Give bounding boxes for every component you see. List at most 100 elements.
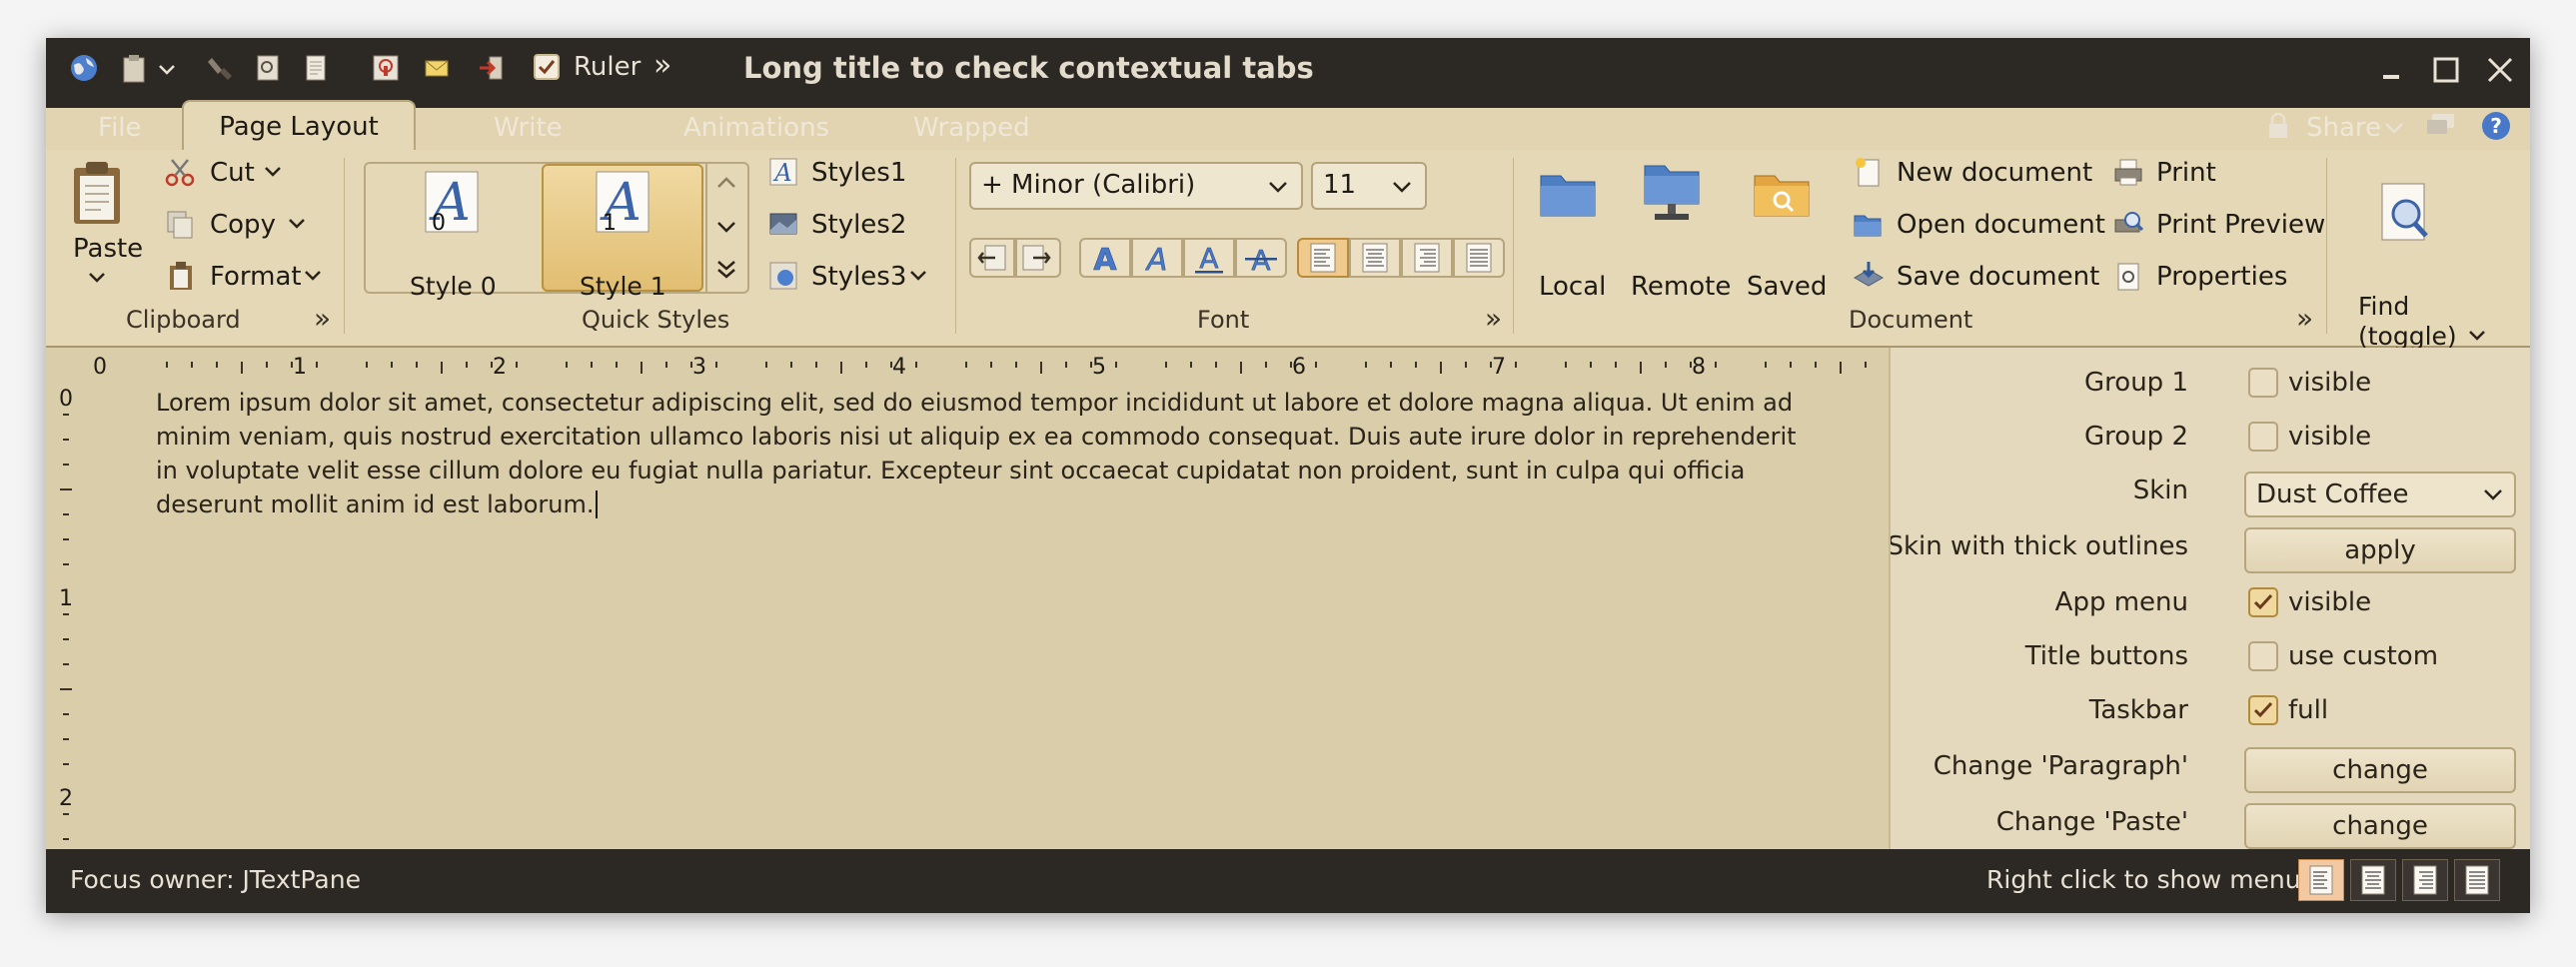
styles1-icon[interactable]: A (767, 156, 799, 188)
clipboard-icon[interactable] (118, 52, 150, 84)
tab-wrapped[interactable]: Wrapped (913, 104, 1030, 152)
styles3-icon[interactable] (767, 260, 799, 292)
brush-icon[interactable] (204, 52, 236, 84)
saved-folder-icon[interactable] (1751, 162, 1813, 224)
status-align-center-button[interactable] (2350, 859, 2396, 901)
mail-icon[interactable] (422, 52, 454, 84)
strikethrough-button[interactable]: A (1235, 238, 1287, 278)
bold-button[interactable]: A (1079, 238, 1131, 278)
save-document-label[interactable]: Save document (1897, 262, 2099, 292)
gallery-up-icon[interactable] (715, 176, 737, 190)
local-label[interactable]: Local (1539, 272, 1606, 302)
share-chevron-icon[interactable] (2384, 122, 2404, 136)
find-toggle-label[interactable]: (toggle) (2358, 322, 2457, 351)
ruler-checkbox[interactable] (534, 54, 560, 80)
maximize-icon[interactable] (2430, 54, 2462, 86)
document-area[interactable]: 0 1 2 3 4 5 6 7 8 0 1 2 Lorem ipsum dolor sit amet… (46, 348, 1889, 849)
style0-icon[interactable]: A 0 (420, 170, 484, 234)
scissors-icon[interactable] (164, 156, 196, 188)
print-icon[interactable] (2112, 156, 2144, 188)
align-center-button[interactable] (1349, 238, 1401, 278)
format-chevron-icon[interactable] (304, 270, 322, 282)
status-align-left-button[interactable] (2298, 859, 2344, 901)
paste-icon[interactable] (68, 158, 128, 228)
underline-button[interactable]: A (1183, 238, 1235, 278)
saved-label[interactable]: Saved (1747, 272, 1827, 302)
font-family-select[interactable]: + Minor (Calibri) (969, 162, 1303, 210)
font-family-chevron-icon[interactable] (1267, 180, 1289, 194)
tab-animations[interactable]: Animations (683, 104, 829, 152)
align-justify-button[interactable] (1453, 238, 1505, 278)
taskbar-checkbox[interactable] (2248, 695, 2278, 725)
chat-icon[interactable] (2424, 110, 2458, 142)
minimize-icon[interactable] (2376, 54, 2408, 86)
document-expander[interactable]: » (2296, 302, 2313, 335)
app-menu-globe-icon[interactable] (68, 52, 100, 84)
align-right-button[interactable] (1401, 238, 1453, 278)
document-paragraph[interactable]: Lorem ipsum dolor sit amet, consectetur … (156, 389, 1797, 518)
new-document-icon[interactable] (1853, 156, 1885, 188)
tab-write[interactable]: Write (494, 104, 563, 152)
search-doc-icon[interactable] (252, 52, 284, 84)
format-label[interactable]: Format (210, 262, 302, 292)
style1-label[interactable]: Style 1 (580, 272, 666, 301)
font-expander[interactable]: » (1485, 302, 1502, 335)
group1-checkbox[interactable] (2248, 368, 2278, 398)
paste-chevron-icon[interactable] (88, 272, 106, 284)
tab-page-layout[interactable]: Page Layout (182, 100, 416, 152)
app-menu-checkbox[interactable] (2248, 587, 2278, 617)
toolbar-overflow-button[interactable]: » (653, 48, 671, 83)
broadcast-icon[interactable] (370, 52, 402, 84)
status-align-justify-button[interactable] (2454, 859, 2500, 901)
chevron-down-icon[interactable] (158, 64, 176, 76)
increase-indent-button[interactable] (1015, 238, 1061, 278)
cut-chevron-icon[interactable] (264, 166, 282, 178)
find-icon[interactable] (2374, 180, 2440, 252)
font-size-chevron-icon[interactable] (1391, 180, 1413, 194)
taskbar-check-label[interactable]: full (2288, 695, 2328, 725)
document-text[interactable]: Lorem ipsum dolor sit amet, consectetur … (156, 386, 1805, 521)
remote-folder-icon[interactable] (1641, 158, 1703, 224)
title-buttons-checkbox[interactable] (2248, 641, 2278, 671)
status-align-right-button[interactable] (2402, 859, 2448, 901)
document-icon[interactable] (300, 52, 332, 84)
styles3-label[interactable]: Styles3 (811, 262, 906, 292)
copy-label[interactable]: Copy (210, 210, 276, 240)
copy-chevron-icon[interactable] (288, 218, 306, 230)
change-paragraph-button[interactable]: change (2244, 747, 2516, 793)
change-paste-button[interactable]: change (2244, 803, 2516, 849)
find-chevron-icon[interactable] (2468, 330, 2486, 342)
remote-label[interactable]: Remote (1631, 272, 1731, 302)
help-icon[interactable]: ? (2480, 110, 2512, 142)
cut-label[interactable]: Cut (210, 158, 255, 188)
gallery-down-icon[interactable] (715, 220, 737, 234)
local-folder-icon[interactable] (1537, 162, 1599, 224)
style0-label[interactable]: Style 0 (410, 272, 497, 301)
group1-check-label[interactable]: visible (2288, 368, 2371, 398)
properties-label[interactable]: Properties (2156, 262, 2287, 292)
save-document-icon[interactable] (1853, 260, 1885, 292)
find-label[interactable]: Find (2358, 292, 2409, 321)
app-menu-check-label[interactable]: visible (2288, 587, 2371, 617)
group2-check-label[interactable]: visible (2288, 422, 2371, 452)
decrease-indent-button[interactable] (969, 238, 1015, 278)
tab-file[interactable]: File (98, 104, 142, 152)
print-preview-label[interactable]: Print Preview (2156, 210, 2325, 240)
apply-button[interactable]: apply (2244, 527, 2516, 573)
print-preview-icon[interactable] (2112, 208, 2144, 240)
group2-checkbox[interactable] (2248, 422, 2278, 452)
properties-icon[interactable] (2112, 260, 2144, 292)
print-label[interactable]: Print (2156, 158, 2216, 188)
skin-select[interactable]: Dust Coffee (2244, 472, 2516, 517)
skin-chevron-icon[interactable] (2482, 487, 2504, 501)
share-button[interactable]: Share (2306, 104, 2381, 152)
open-document-label[interactable]: Open document (1897, 210, 2105, 240)
exit-icon[interactable] (476, 52, 508, 84)
italic-button[interactable]: A (1131, 238, 1183, 278)
align-left-button[interactable] (1297, 238, 1349, 278)
title-buttons-check-label[interactable]: use custom (2288, 641, 2438, 671)
copy-icon[interactable] (164, 208, 196, 240)
gallery-expand-icon[interactable] (715, 258, 737, 280)
clipboard-expander[interactable]: » (314, 302, 331, 335)
close-icon[interactable] (2484, 54, 2516, 86)
